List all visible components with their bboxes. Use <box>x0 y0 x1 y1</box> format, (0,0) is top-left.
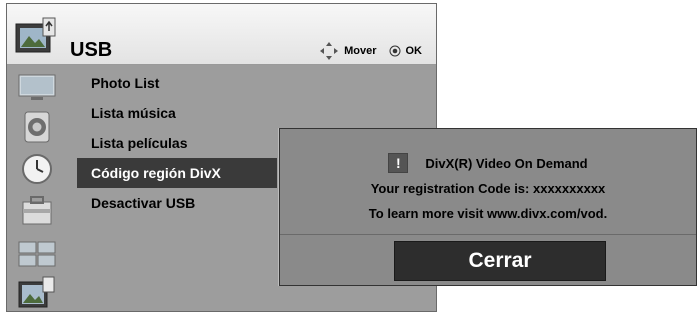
menu-item-desactivar-usb[interactable]: Desactivar USB <box>77 188 277 218</box>
info-text: To learn more visit www.divx.com/vod. <box>368 206 608 221</box>
menu-item-lista-musica[interactable]: Lista música <box>77 98 277 128</box>
category-sidebar <box>9 66 65 311</box>
ok-button-icon <box>389 45 400 57</box>
tv-screen-icon[interactable] <box>15 70 59 104</box>
warning-icon: ! <box>388 153 409 173</box>
menu-title: USB <box>70 39 113 61</box>
divx-dialog: ! DivX(R) Video On Demand Your registrat… <box>279 128 697 286</box>
input-screens-icon[interactable] <box>15 236 59 270</box>
move-hint-label: Mover <box>344 45 377 57</box>
menu-list: Photo List Lista música Lista películas … <box>77 68 277 218</box>
menu-item-lista-peliculas[interactable]: Lista películas <box>77 128 277 158</box>
dialog-title-row: ! DivX(R) Video On Demand <box>280 153 696 173</box>
usb-photo-icon[interactable] <box>15 276 59 310</box>
ok-hint-label: OK <box>405 45 423 57</box>
usb-photo-icon <box>15 17 56 53</box>
menu-item-codigo-region-divx[interactable]: Código región DivX <box>77 158 277 188</box>
close-button[interactable]: Cerrar <box>394 241 606 281</box>
menu-item-photo-list[interactable]: Photo List <box>77 68 277 98</box>
control-hints: Mover OK <box>319 41 422 61</box>
dialog-title: DivX(R) Video On Demand <box>425 155 588 171</box>
move-arrows-icon <box>320 42 339 60</box>
toolbox-icon[interactable] <box>15 194 59 228</box>
dialog-message-area: ! DivX(R) Video On Demand Your registrat… <box>280 129 696 235</box>
registration-code-text: Your registration Code is: xxxxxxxxxx <box>370 181 606 196</box>
menu-header: USB Mover OK <box>7 4 436 65</box>
clock-icon[interactable] <box>15 152 59 186</box>
speaker-icon[interactable] <box>15 110 59 144</box>
